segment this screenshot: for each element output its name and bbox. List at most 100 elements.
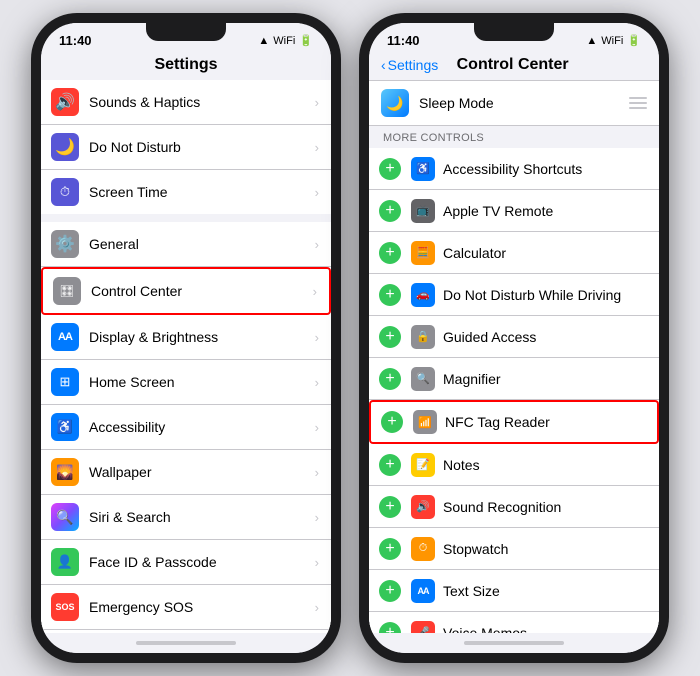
sleep-mode-item[interactable]: 🌙 Sleep Mode bbox=[369, 81, 659, 126]
control-center-icon: 🎛 bbox=[53, 277, 81, 305]
notes-icon: 📝 bbox=[411, 453, 435, 477]
control-center-label: Control Center bbox=[91, 283, 313, 299]
calculator-item[interactable]: + 🧮 Calculator bbox=[369, 232, 659, 274]
accessibility-chevron: › bbox=[315, 420, 319, 435]
add-accessibility-btn[interactable]: + bbox=[379, 158, 401, 180]
text-size-item[interactable]: + AA Text Size bbox=[369, 570, 659, 612]
appletv-icon: 📺 bbox=[411, 199, 435, 223]
voicememo-icon: 🎤 bbox=[411, 621, 435, 634]
left-home-bar bbox=[41, 633, 331, 653]
accessibility-shortcuts-item[interactable]: + ♿ Accessibility Shortcuts bbox=[369, 148, 659, 190]
homescreen-label: Home Screen bbox=[89, 374, 315, 390]
sos-icon: SOS bbox=[51, 593, 79, 621]
control-center-item[interactable]: 🎛 Control Center › bbox=[41, 267, 331, 315]
homescreen-chevron: › bbox=[315, 375, 319, 390]
add-voicememo-btn[interactable]: + bbox=[379, 622, 401, 634]
add-magnifier-btn[interactable]: + bbox=[379, 368, 401, 390]
display-label: Display & Brightness bbox=[89, 329, 315, 345]
dnd-label: Do Not Disturb bbox=[89, 139, 315, 155]
dnd-icon: 🌙 bbox=[51, 133, 79, 161]
home-screen-item[interactable]: ⊞ Home Screen › bbox=[41, 360, 331, 405]
sounds-icon: 🔊 bbox=[51, 88, 79, 116]
guided-access-item[interactable]: + 🔒 Guided Access bbox=[369, 316, 659, 358]
voice-memos-item[interactable]: + 🎤 Voice Memos bbox=[369, 612, 659, 633]
homescreen-icon: ⊞ bbox=[51, 368, 79, 396]
accessibility-shortcuts-label: Accessibility Shortcuts bbox=[443, 161, 647, 177]
sound-recognition-item[interactable]: + 🔊 Sound Recognition bbox=[369, 486, 659, 528]
emergency-sos-item[interactable]: SOS Emergency SOS › bbox=[41, 585, 331, 630]
dnd-chevron: › bbox=[315, 140, 319, 155]
add-dnd-driving-btn[interactable]: + bbox=[379, 284, 401, 306]
add-guided-btn[interactable]: + bbox=[379, 326, 401, 348]
wifi-icon: WiFi bbox=[273, 35, 295, 47]
dnd-driving-icon: 🚗 bbox=[411, 283, 435, 307]
general-item[interactable]: ⚙️ General › bbox=[41, 222, 331, 267]
siri-icon: 🔍 bbox=[51, 503, 79, 531]
wallpaper-item[interactable]: 🌄 Wallpaper › bbox=[41, 450, 331, 495]
wallpaper-label: Wallpaper bbox=[89, 464, 315, 480]
sound-icon: 🔊 bbox=[411, 495, 435, 519]
textsize-label: Text Size bbox=[443, 583, 647, 599]
siri-search-item[interactable]: 🔍 Siri & Search › bbox=[41, 495, 331, 540]
appletv-item[interactable]: + 📺 Apple TV Remote bbox=[369, 190, 659, 232]
drag-line-3 bbox=[629, 107, 647, 109]
nfc-tag-reader-item[interactable]: + 📶 NFC Tag Reader bbox=[369, 400, 659, 444]
sos-label: Emergency SOS bbox=[89, 599, 315, 615]
screentime-icon: ⏱ bbox=[51, 178, 79, 206]
calculator-icon: 🧮 bbox=[411, 241, 435, 265]
right-phone: 11:40 ▲ WiFi 🔋 ‹ Settings Control Center… bbox=[359, 13, 669, 663]
right-group-more: + ♿ Accessibility Shortcuts + 📺 Apple TV… bbox=[369, 148, 659, 633]
wallpaper-icon: 🌄 bbox=[51, 458, 79, 486]
left-group-1: 🔊 Sounds & Haptics › 🌙 Do Not Disturb › … bbox=[41, 80, 331, 214]
right-screen: 11:40 ▲ WiFi 🔋 ‹ Settings Control Center… bbox=[369, 23, 659, 653]
voicememo-label: Voice Memos bbox=[443, 625, 647, 634]
add-appletv-btn[interactable]: + bbox=[379, 200, 401, 222]
add-calculator-btn[interactable]: + bbox=[379, 242, 401, 264]
do-not-disturb-item[interactable]: 🌙 Do Not Disturb › bbox=[41, 125, 331, 170]
faceid-item[interactable]: 👤 Face ID & Passcode › bbox=[41, 540, 331, 585]
left-group-2: ⚙️ General › 🎛 Control Center › AA Displ… bbox=[41, 222, 331, 633]
wallpaper-chevron: › bbox=[315, 465, 319, 480]
display-brightness-item[interactable]: AA Display & Brightness › bbox=[41, 315, 331, 360]
right-settings-list[interactable]: 🌙 Sleep Mode MORE CONTROLS + ♿ Accessibi… bbox=[369, 81, 659, 633]
general-label: General bbox=[89, 236, 315, 252]
left-status-icons: ▲ WiFi 🔋 bbox=[258, 34, 313, 47]
add-textsize-btn[interactable]: + bbox=[379, 580, 401, 602]
right-signal-icon: ▲ bbox=[586, 35, 597, 47]
signal-icon: ▲ bbox=[258, 35, 269, 47]
add-notes-btn[interactable]: + bbox=[379, 454, 401, 476]
sleep-drag-handle[interactable] bbox=[629, 97, 647, 109]
nfc-label: NFC Tag Reader bbox=[445, 414, 645, 430]
faceid-icon: 👤 bbox=[51, 548, 79, 576]
left-phone: 11:40 ▲ WiFi 🔋 Settings 🔊 Sounds & Hapti… bbox=[31, 13, 341, 663]
left-screen: 11:40 ▲ WiFi 🔋 Settings 🔊 Sounds & Hapti… bbox=[41, 23, 331, 653]
notes-item[interactable]: + 📝 Notes bbox=[369, 444, 659, 486]
sounds-label: Sounds & Haptics bbox=[89, 94, 315, 110]
exposure-item[interactable]: 📡 Exposure Notifications › bbox=[41, 630, 331, 633]
left-nav-title: Settings bbox=[154, 56, 217, 73]
right-group-existing: 🌙 Sleep Mode bbox=[369, 81, 659, 126]
accessibility-label: Accessibility bbox=[89, 419, 315, 435]
stopwatch-item[interactable]: + ⏱ Stopwatch bbox=[369, 528, 659, 570]
faceid-chevron: › bbox=[315, 555, 319, 570]
back-button[interactable]: ‹ Settings bbox=[381, 57, 438, 73]
more-controls-header: MORE CONTROLS bbox=[369, 126, 659, 148]
magnifier-item[interactable]: + 🔍 Magnifier bbox=[369, 358, 659, 400]
left-nav-bar: Settings bbox=[41, 52, 331, 80]
dnd-driving-item[interactable]: + 🚗 Do Not Disturb While Driving bbox=[369, 274, 659, 316]
screen-time-item[interactable]: ⏱ Screen Time › bbox=[41, 170, 331, 214]
add-stopwatch-btn[interactable]: + bbox=[379, 538, 401, 560]
guided-access-label: Guided Access bbox=[443, 329, 647, 345]
sound-recognition-label: Sound Recognition bbox=[443, 499, 647, 515]
left-settings-list[interactable]: 🔊 Sounds & Haptics › 🌙 Do Not Disturb › … bbox=[41, 80, 331, 633]
notes-label: Notes bbox=[443, 457, 647, 473]
add-nfc-btn[interactable]: + bbox=[381, 411, 403, 433]
sounds-haptics-item[interactable]: 🔊 Sounds & Haptics › bbox=[41, 80, 331, 125]
right-status-icons: ▲ WiFi 🔋 bbox=[586, 34, 641, 47]
accessibility-icon: ♿ bbox=[51, 413, 79, 441]
notch bbox=[146, 23, 226, 41]
guided-access-icon: 🔒 bbox=[411, 325, 435, 349]
accessibility-shortcuts-icon: ♿ bbox=[411, 157, 435, 181]
add-sound-btn[interactable]: + bbox=[379, 496, 401, 518]
accessibility-item[interactable]: ♿ Accessibility › bbox=[41, 405, 331, 450]
